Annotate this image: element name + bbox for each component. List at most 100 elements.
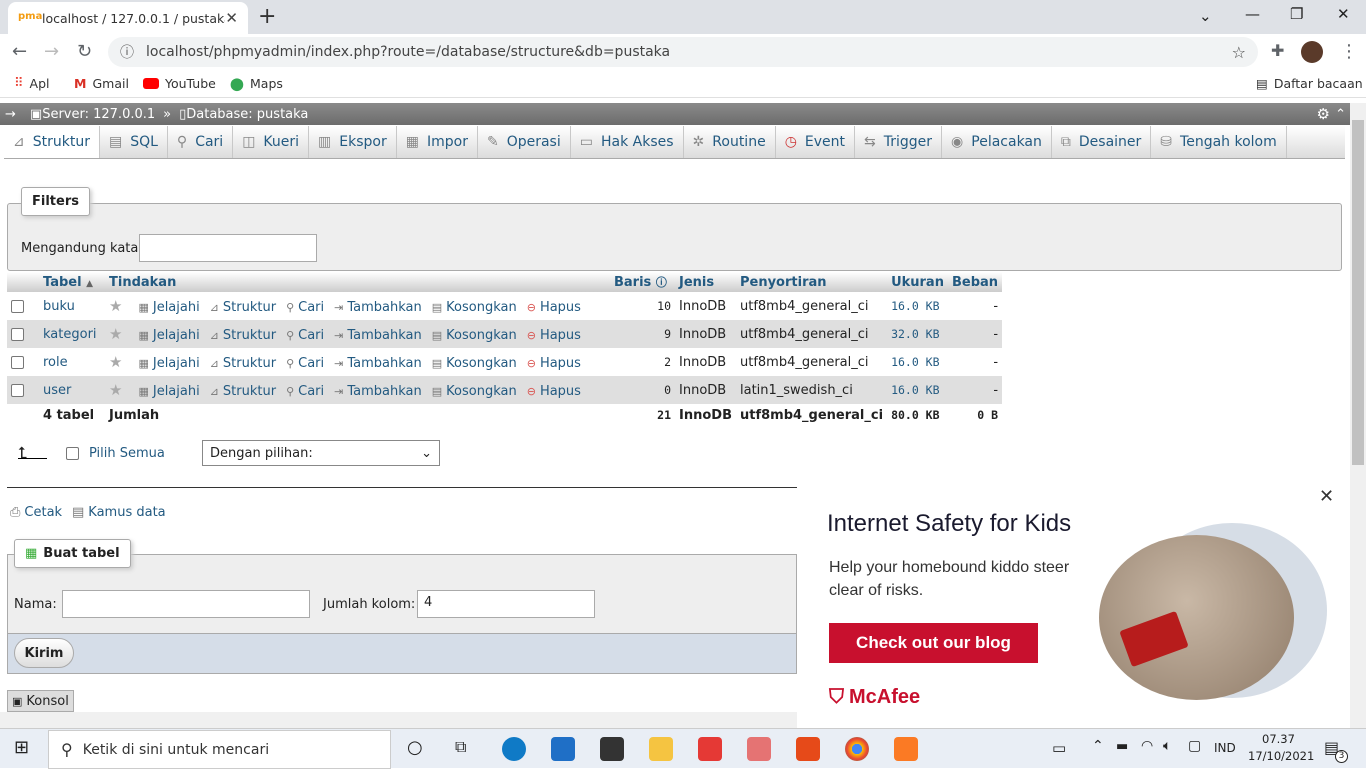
tab-desainer[interactable]: ⧉ Desainer xyxy=(1052,126,1152,158)
action-hapus[interactable]: ⊖ Hapus xyxy=(527,300,581,315)
check-all-label[interactable]: Pilih Semua xyxy=(89,446,165,461)
print-link[interactable]: ⎙ Cetak xyxy=(10,505,62,520)
favorite-star-icon[interactable]: ★ xyxy=(109,353,122,371)
task-view-icon[interactable]: ⧉ xyxy=(455,737,466,757)
action-tambahkan[interactable]: ⇥ Tambahkan xyxy=(334,384,422,399)
cta-button[interactable]: Check out our blog xyxy=(829,623,1038,663)
edge-icon[interactable] xyxy=(502,737,526,761)
row-checkbox[interactable] xyxy=(11,299,24,313)
action-jelajahi[interactable]: ▦ Jelajahi xyxy=(138,384,199,399)
tab-tengah-kolom[interactable]: ⛁ Tengah kolom xyxy=(1151,126,1287,158)
filter-input[interactable] xyxy=(139,234,317,262)
new-tab-button[interactable]: + xyxy=(258,4,276,29)
store-icon[interactable] xyxy=(600,737,624,761)
submit-button[interactable]: Kirim xyxy=(14,638,74,668)
mail-icon[interactable] xyxy=(551,737,575,761)
tab-search-icon[interactable]: ⌄ xyxy=(1199,7,1212,25)
action-jelajahi[interactable]: ▦ Jelajahi xyxy=(138,300,199,315)
omnibox[interactable]: ⓘ localhost/phpmyadmin/index.php?route=/… xyxy=(108,37,1258,67)
col-tabel[interactable]: Tabel ▲ xyxy=(39,272,105,292)
col-beban[interactable]: Beban xyxy=(947,272,1003,292)
action-cari[interactable]: ⚲ Cari xyxy=(286,328,324,343)
breadcrumb-database[interactable]: Database: pustaka xyxy=(186,107,308,122)
table-name-link[interactable]: kategori xyxy=(43,327,97,342)
action-cari[interactable]: ⚲ Cari xyxy=(286,300,324,315)
tab-impor[interactable]: ▦ Impor xyxy=(397,126,478,158)
meet-icon[interactable]: ▢ xyxy=(1188,738,1201,754)
table-name-input[interactable] xyxy=(62,590,310,618)
bookmark-youtube[interactable]: YouTube xyxy=(143,76,216,91)
help-icon[interactable]: ⓘ xyxy=(656,276,667,289)
table-name-link[interactable]: user xyxy=(43,383,71,398)
action-cari[interactable]: ⚲ Cari xyxy=(286,384,324,399)
reload-icon[interactable]: ↻ xyxy=(77,41,92,62)
tray-up-icon[interactable]: ⌃ xyxy=(1092,738,1104,754)
col-ukuran[interactable]: Ukuran xyxy=(887,272,948,292)
close-window-icon[interactable]: ✕ xyxy=(1337,5,1350,23)
clock-date[interactable]: 17/10/2021 xyxy=(1248,749,1314,763)
bookmark-apps[interactable]: ⠿ Apl xyxy=(14,76,50,91)
cortana-icon[interactable]: ○ xyxy=(407,737,423,758)
profile-avatar[interactable] xyxy=(1301,41,1323,63)
action-struktur[interactable]: ⊿ Struktur xyxy=(210,384,276,399)
action-struktur[interactable]: ⊿ Struktur xyxy=(210,356,276,371)
menu-icon[interactable]: ⋮ xyxy=(1340,41,1358,62)
bookmark-gmail[interactable]: M Gmail xyxy=(74,76,129,91)
battery-icon[interactable]: ▬ xyxy=(1116,739,1128,754)
row-checkbox[interactable] xyxy=(11,383,24,397)
action-struktur[interactable]: ⊿ Struktur xyxy=(210,328,276,343)
col-jenis[interactable]: Jenis xyxy=(675,272,736,292)
wifi-icon[interactable]: ◠ xyxy=(1141,738,1153,754)
volume-icon[interactable]: 🔈︎ xyxy=(1163,738,1171,754)
table-name-link[interactable]: role xyxy=(43,355,68,370)
tab-struktur[interactable]: ⊿ Struktur xyxy=(4,126,100,158)
clock-time[interactable]: 07.37 xyxy=(1262,732,1295,746)
row-checkbox[interactable] xyxy=(11,327,24,341)
horizontal-scrollbar[interactable] xyxy=(0,712,797,728)
action-kosongkan[interactable]: ▤ Kosongkan xyxy=(432,300,517,315)
data-dictionary-link[interactable]: ▤ Kamus data xyxy=(72,505,166,520)
collapse-up-icon[interactable]: ⌃ xyxy=(1335,107,1346,122)
wps-icon[interactable] xyxy=(698,737,722,761)
action-kosongkan[interactable]: ▤ Kosongkan xyxy=(432,356,517,371)
action-tambahkan[interactable]: ⇥ Tambahkan xyxy=(334,328,422,343)
back-icon[interactable]: ← xyxy=(12,41,27,62)
file-explorer-icon[interactable] xyxy=(649,737,673,761)
tab-kueri[interactable]: ◫ Kueri xyxy=(233,126,310,158)
tab-ekspor[interactable]: ▥ Ekspor xyxy=(309,126,397,158)
action-hapus[interactable]: ⊖ Hapus xyxy=(527,384,581,399)
office-icon[interactable] xyxy=(796,737,820,761)
action-kosongkan[interactable]: ▤ Kosongkan xyxy=(432,328,517,343)
browser-tab[interactable]: pma localhost / 127.0.0.1 / pustaka | p … xyxy=(8,2,248,34)
reading-list[interactable]: ▤ Daftar bacaan xyxy=(1256,76,1363,91)
table-name-link[interactable]: buku xyxy=(43,299,75,314)
tab-sql[interactable]: ▤ SQL xyxy=(100,126,168,158)
info-icon[interactable]: ⓘ xyxy=(120,42,134,62)
col-penyortiran[interactable]: Penyortiran xyxy=(735,272,888,292)
breadcrumb-server[interactable]: Server: 127.0.0.1 xyxy=(42,107,155,122)
row-checkbox[interactable] xyxy=(11,355,24,369)
minimize-icon[interactable]: — xyxy=(1245,5,1260,23)
tab-event[interactable]: ◷ Event xyxy=(776,126,856,158)
favorite-star-icon[interactable]: ★ xyxy=(109,297,122,315)
action-hapus[interactable]: ⊖ Hapus xyxy=(527,328,581,343)
taskbar-search[interactable]: ⚲ Ketik di sini untuk mencari xyxy=(48,730,391,769)
restore-icon[interactable]: ❐ xyxy=(1290,5,1303,23)
action-cari[interactable]: ⚲ Cari xyxy=(286,356,324,371)
console-toggle[interactable]: ▣ Konsol xyxy=(7,690,74,712)
tab-operasi[interactable]: ✎ Operasi xyxy=(478,126,571,158)
action-hapus[interactable]: ⊖ Hapus xyxy=(527,356,581,371)
close-tab-icon[interactable]: ✕ xyxy=(225,9,238,27)
tab-hak-akses[interactable]: ▭ Hak Akses xyxy=(571,126,684,158)
tab-trigger[interactable]: ⇆ Trigger xyxy=(855,126,943,158)
col-baris[interactable]: Baris ⓘ xyxy=(610,272,675,292)
bookmark-maps[interactable]: ⬤ Maps xyxy=(230,76,283,91)
favorite-star-icon[interactable]: ★ xyxy=(109,325,122,343)
tab-pelacakan[interactable]: ◉ Pelacakan xyxy=(942,126,1052,158)
action-tambahkan[interactable]: ⇥ Tambahkan xyxy=(334,356,422,371)
start-icon[interactable]: ⊞ xyxy=(14,737,29,758)
scrollbar-thumb[interactable] xyxy=(1352,120,1364,465)
action-struktur[interactable]: ⊿ Struktur xyxy=(210,300,276,315)
xampp-icon[interactable] xyxy=(894,737,918,761)
collapse-arrow-icon[interactable]: → xyxy=(5,107,16,122)
